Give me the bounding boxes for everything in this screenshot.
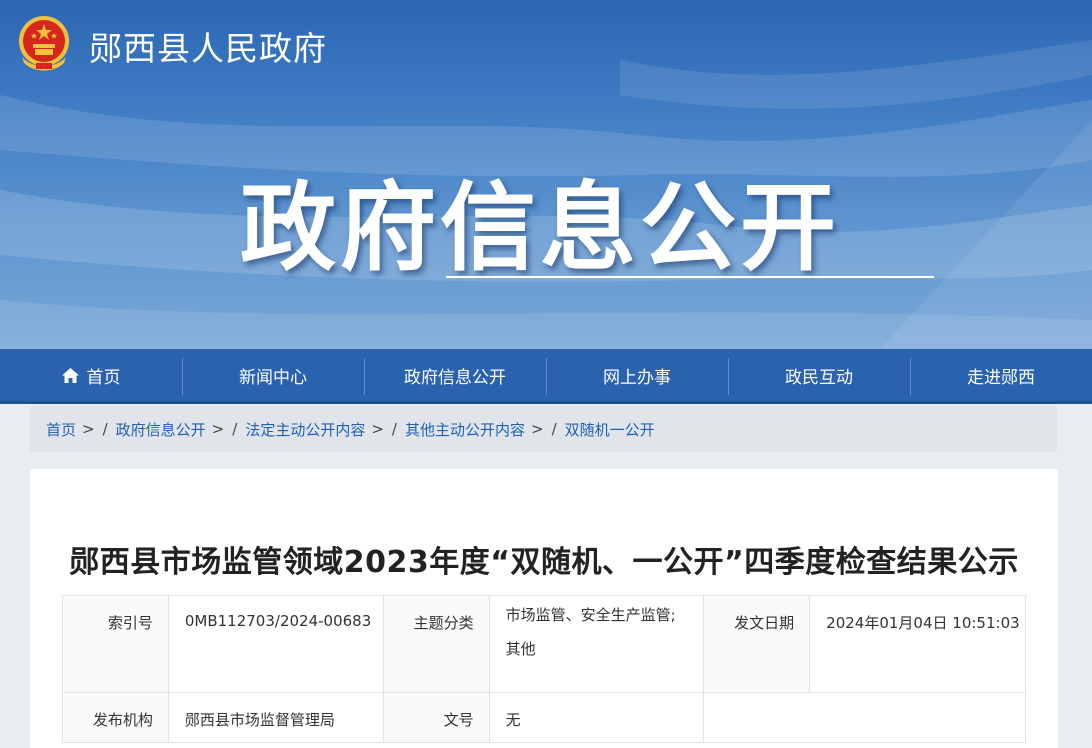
nav-item-news[interactable]: 新闻中心 [182, 349, 364, 401]
header-banner: 郧西县人民政府 政府信息公开 [0, 0, 1092, 349]
table-row: 发布机构 郧西县市场监督管理局 文号 无 [62, 692, 1026, 743]
topic-value-line2: 其他 [505, 640, 536, 658]
nav-item-online-services[interactable]: 网上办事 [546, 349, 728, 401]
banner-title: 政府信息公开 [240, 172, 840, 284]
publisher-value: 郧西县市场监督管理局 [167, 692, 384, 743]
breadcrumb-separator: > [530, 420, 544, 438]
breadcrumb-link-home[interactable]: 首页 [46, 419, 76, 440]
nav-item-label: 政府信息公开 [404, 367, 506, 388]
empty-cell [703, 692, 1026, 743]
date-label: 发文日期 [703, 595, 811, 693]
main-nav: 首页 新闻中心 政府信息公开 网上办事 政民互动 走进郧西 [0, 349, 1092, 404]
breadcrumb-link-double-random[interactable]: 双随机一公开 [565, 419, 655, 440]
breadcrumb-link-gov-info[interactable]: 政府信息公开 [116, 419, 206, 440]
publisher-label: 发布机构 [62, 692, 169, 743]
topic-value: 市场监管、安全生产监管; 其他 [488, 595, 705, 693]
nav-item-interaction[interactable]: 政民互动 [728, 349, 910, 401]
docno-label: 文号 [382, 692, 490, 743]
article-title: 郧西县市场监管领域2023年度“双随机、一公开”四季度检查结果公示 [69, 545, 1019, 580]
topic-label: 主题分类 [382, 595, 490, 693]
table-row: 索引号 0MB112703/2024-00683 主题分类 市场监管、安全生产监… [62, 595, 1026, 693]
nav-item-gov-info[interactable]: 政府信息公开 [364, 349, 546, 401]
nav-item-about[interactable]: 走进郧西 [910, 349, 1092, 401]
national-emblem-icon [19, 16, 69, 71]
index-value: 0MB112703/2024-00683 [167, 595, 384, 693]
breadcrumb-separator: > [211, 420, 225, 438]
nav-item-label: 政民互动 [785, 367, 853, 388]
breadcrumb-separator: > [82, 420, 95, 438]
nav-item-label: 网上办事 [603, 367, 671, 388]
article-card: 郧西县市场监管领域2023年度“双随机、一公开”四季度检查结果公示 索引号 0M… [30, 469, 1058, 748]
date-value: 2024年01月04日 10:51:03 [809, 595, 1026, 693]
article-meta-table: 索引号 0MB112703/2024-00683 主题分类 市场监管、安全生产监… [62, 595, 1026, 743]
breadcrumb-separator: > [371, 420, 384, 438]
site-name[interactable]: 郧西县人民政府 [89, 22, 327, 70]
nav-item-label: 走进郧西 [967, 367, 1035, 388]
breadcrumb: 首页 > / 政府信息公开 > / 法定主动公开内容 > / 其他主动公开内容 … [30, 406, 1057, 452]
index-label: 索引号 [62, 595, 169, 693]
docno-value: 无 [488, 692, 705, 743]
nav-item-label: 首页 [86, 367, 121, 388]
nav-item-home[interactable]: 首页 [0, 349, 182, 401]
banner-underline [446, 276, 934, 278]
breadcrumb-link-other[interactable]: 其他主动公开内容 [405, 419, 525, 440]
topic-value-line1: 市场监管、安全生产监管; [505, 606, 676, 624]
nav-item-label: 新闻中心 [239, 367, 307, 388]
home-icon [61, 367, 79, 383]
breadcrumb-link-statutory[interactable]: 法定主动公开内容 [245, 419, 365, 440]
